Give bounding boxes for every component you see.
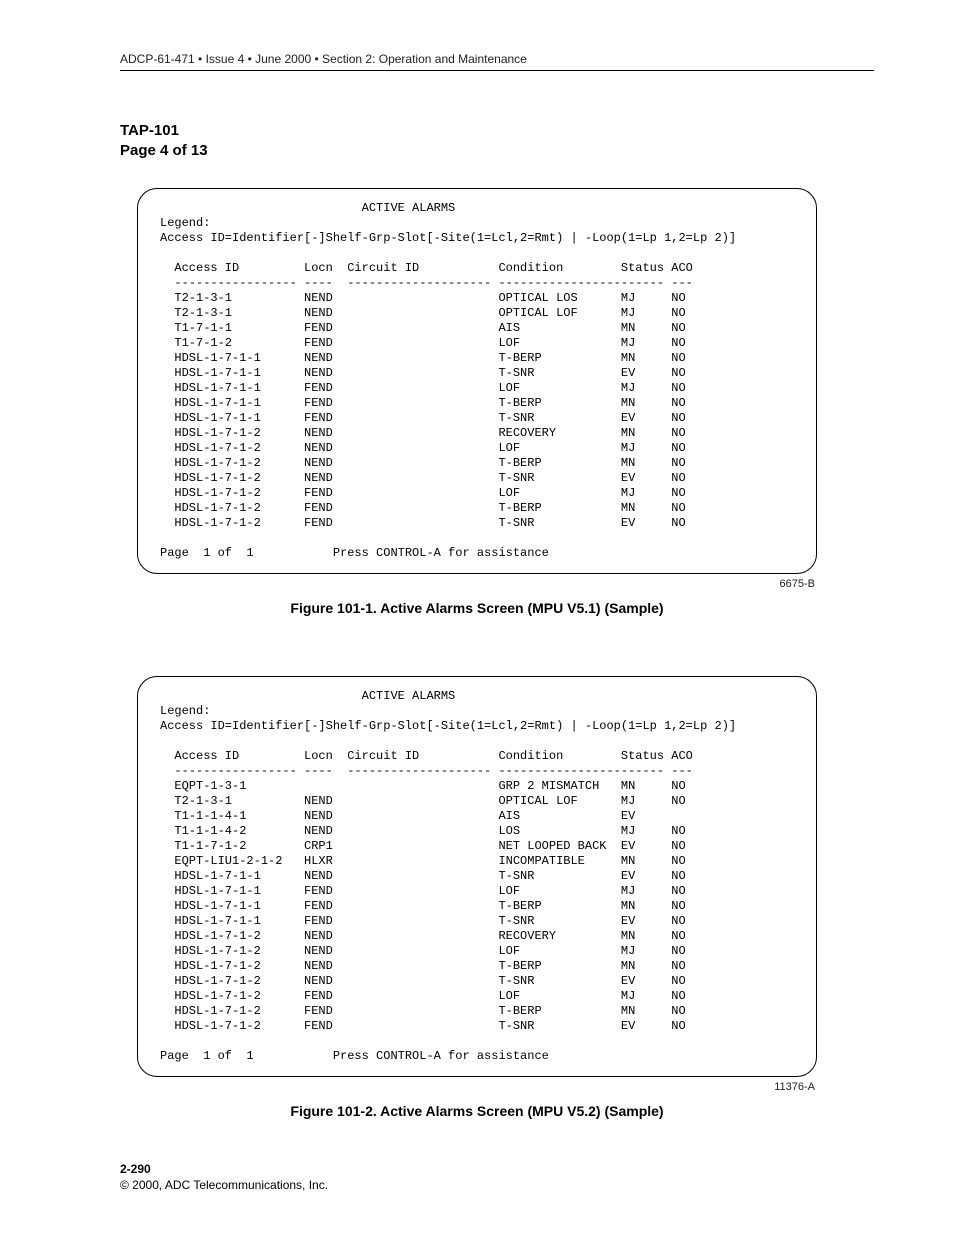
tap-heading: TAP-101 Page 4 of 13 [120,121,874,162]
terminal-panel-1: ACTIVE ALARMS Legend: Access ID=Identifi… [137,188,817,574]
running-header: ADCP-61-471 • Issue 4 • June 2000 • Sect… [120,52,874,71]
document-page: ADCP-61-471 • Issue 4 • June 2000 • Sect… [0,0,954,1235]
terminal-panel-2: ACTIVE ALARMS Legend: Access ID=Identifi… [137,676,817,1077]
panel-id-1: 6675-B [137,578,817,590]
footer-page-num: 2-290 [120,1161,328,1177]
tap-id: TAP-101 [120,121,874,141]
figure-2-wrap: ACTIVE ALARMS Legend: Access ID=Identifi… [137,676,817,1093]
figure-1-caption: Figure 101-1. Active Alarms Screen (MPU … [80,600,874,616]
footer-copyright: © 2000, ADC Telecommunications, Inc. [120,1177,328,1193]
figure-2-caption: Figure 101-2. Active Alarms Screen (MPU … [80,1103,874,1119]
tap-page-of: Page 4 of 13 [120,141,874,161]
page-footer: 2-290 © 2000, ADC Telecommunications, In… [120,1161,328,1193]
figure-1-wrap: ACTIVE ALARMS Legend: Access ID=Identifi… [137,188,817,590]
panel-id-2: 11376-A [137,1081,817,1093]
